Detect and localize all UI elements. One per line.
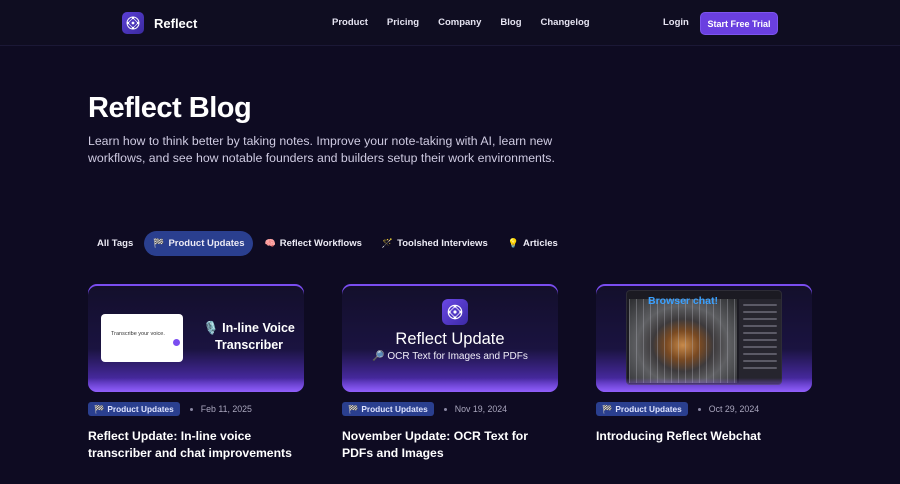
thumbnail-subtitle: 🔎 OCR Text for Images and PDFs	[372, 351, 528, 362]
record-icon	[173, 339, 180, 346]
nav-link-changelog[interactable]: Changelog	[541, 17, 590, 28]
post-title[interactable]: Introducing Reflect Webchat	[596, 428, 812, 445]
post-thumbnail[interactable]: Transcribe your voice. 🎙️ In-line Voice …	[88, 284, 304, 392]
login-link[interactable]: Login	[663, 17, 689, 28]
browser-chat-label: Browser chat!	[647, 295, 719, 307]
tag-label: Reflect Workflows	[279, 238, 362, 249]
thumbnail-glow	[342, 378, 558, 392]
webchat-screenshot: Browser chat!	[626, 290, 782, 385]
separator-dot	[189, 407, 193, 411]
post-title[interactable]: November Update: OCR Text for PDFs and I…	[342, 428, 558, 461]
transcribe-preview-text: Transcribe your voice.	[111, 331, 165, 337]
post-tag-badge[interactable]: 🏁 Product Updates	[342, 402, 434, 416]
top-nav: Reflect Product Pricing Company Blog Cha…	[0, 0, 900, 46]
post-meta: 🏁 Product Updates Nov 19, 2024	[342, 402, 558, 416]
post-thumbnail[interactable]: Browser chat!	[596, 284, 812, 392]
flag-icon: 🏁	[94, 403, 105, 414]
post-meta: 🏁 Product Updates Feb 11, 2025	[88, 402, 304, 416]
post-meta: 🏁 Product Updates Oct 29, 2024	[596, 402, 812, 416]
nav-link-product[interactable]: Product	[332, 17, 368, 28]
post-tag-label: Product Updates	[615, 404, 682, 414]
page-description: Learn how to think better by taking note…	[88, 134, 555, 165]
post-tag-badge[interactable]: 🏁 Product Updates	[596, 402, 688, 416]
post-card[interactable]: Reflect Update 🔎 OCR Text for Images and…	[342, 284, 558, 461]
post-title[interactable]: Reflect Update: In-line voice transcribe…	[88, 428, 304, 461]
chat-panel	[739, 299, 781, 383]
nav-link-blog[interactable]: Blog	[500, 17, 521, 28]
thumbnail-title: 🎙️ In-line Voice Transcriber	[203, 321, 295, 352]
separator-dot	[697, 407, 701, 411]
post-thumbnail[interactable]: Reflect Update 🔎 OCR Text for Images and…	[342, 284, 558, 392]
tag-filter: All Tags 🏁 Product Updates 🧠 Reflect Wor…	[88, 231, 569, 256]
separator-dot	[443, 407, 447, 411]
post-date: Feb 11, 2025	[200, 404, 252, 414]
brand[interactable]: Reflect	[122, 12, 197, 34]
tag-label: Articles	[522, 238, 558, 249]
magic-wand-icon: 🪄	[381, 238, 394, 248]
thumbnail-glow	[88, 378, 304, 392]
flag-icon: 🏁	[602, 403, 613, 414]
post-card[interactable]: Browser chat! 🏁 Product Updates Oct 29, …	[596, 284, 812, 445]
flag-icon: 🏁	[153, 238, 165, 248]
nav-links: Product Pricing Company Blog Changelog	[332, 17, 609, 28]
post-tag-label: Product Updates	[361, 404, 428, 414]
reflect-logo-icon	[442, 299, 468, 325]
reflect-logo-icon	[122, 12, 144, 34]
lightbulb-icon: 💡	[507, 238, 519, 248]
tag-label: Toolshed Interviews	[397, 238, 488, 249]
post-date: Oct 29, 2024	[708, 404, 760, 414]
tag-product-updates[interactable]: 🏁 Product Updates	[144, 231, 254, 256]
tag-all[interactable]: All Tags	[88, 231, 142, 256]
thumbnail-glow	[596, 378, 812, 392]
flag-icon: 🏁	[348, 403, 359, 414]
grill-pattern	[629, 299, 737, 383]
tag-reflect-workflows[interactable]: 🧠 Reflect Workflows	[255, 231, 370, 256]
thumbnail-title: Reflect Update	[395, 330, 505, 348]
tag-label: All Tags	[97, 238, 134, 249]
brand-name: Reflect	[154, 15, 198, 31]
post-date: Nov 19, 2024	[454, 404, 508, 414]
start-free-trial-button[interactable]: Start Free Trial	[700, 12, 778, 35]
tag-articles[interactable]: 💡 Articles	[499, 231, 567, 256]
transcribe-preview: Transcribe your voice.	[101, 314, 183, 362]
page-title: Reflect Blog	[88, 92, 252, 124]
nav-link-pricing[interactable]: Pricing	[387, 17, 419, 28]
tag-label: Product Updates	[168, 238, 245, 249]
nav-link-company[interactable]: Company	[438, 17, 481, 28]
tag-toolshed-interviews[interactable]: 🪄 Toolshed Interviews	[373, 231, 497, 256]
post-card[interactable]: Transcribe your voice. 🎙️ In-line Voice …	[88, 284, 304, 461]
post-tag-label: Product Updates	[107, 404, 174, 414]
brain-icon: 🧠	[264, 238, 276, 248]
post-tag-badge[interactable]: 🏁 Product Updates	[88, 402, 180, 416]
